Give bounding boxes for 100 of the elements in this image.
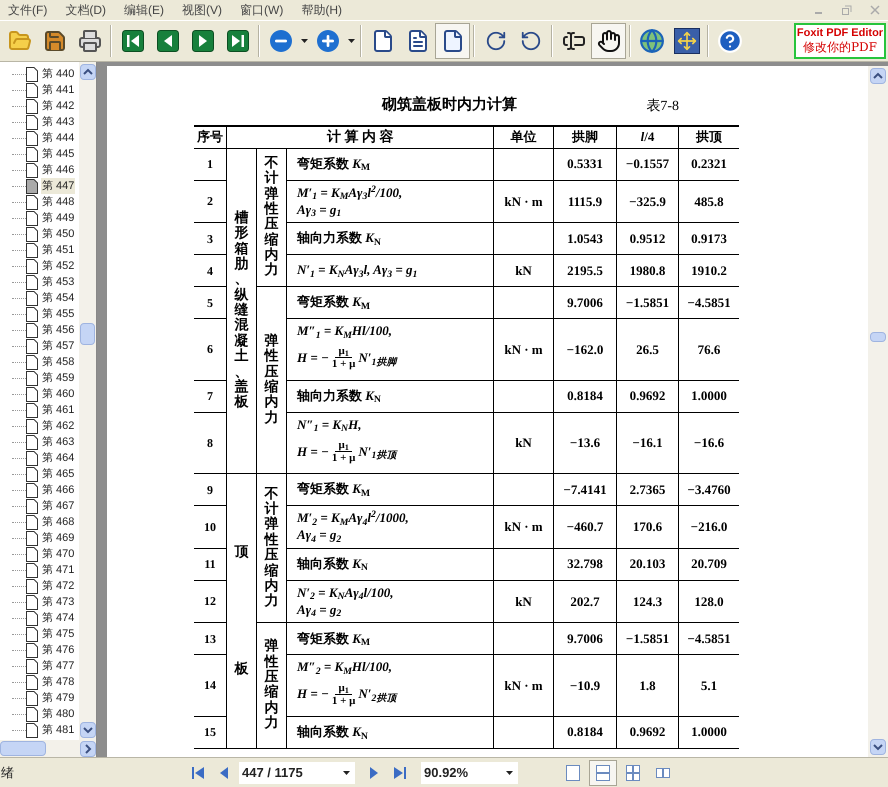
- page-number-value: 447 / 1175: [242, 764, 304, 782]
- page-item[interactable]: 第 467: [41, 498, 76, 514]
- single-page-icon: [566, 764, 580, 780]
- page-item[interactable]: 第 468: [41, 514, 76, 530]
- value-text: 1.8: [639, 676, 656, 695]
- row-number: 7: [207, 388, 213, 406]
- view-mode-button[interactable]: [589, 760, 617, 786]
- page-item[interactable]: 第 452: [41, 258, 76, 274]
- scrollbar-thumb[interactable]: [0, 741, 46, 756]
- minus-icon: [270, 30, 292, 52]
- page-item[interactable]: 第 461: [41, 402, 76, 418]
- page-item[interactable]: 第 457: [41, 338, 76, 354]
- value-text: 1910.2: [691, 262, 727, 280]
- page-item[interactable]: 第 476: [41, 642, 76, 658]
- formula-text: H = −: [297, 349, 329, 368]
- value-text: −325.9: [629, 192, 666, 211]
- page-item[interactable]: 第 442: [41, 98, 76, 114]
- page-item[interactable]: 第 469: [41, 530, 76, 546]
- scroll-right-button[interactable]: [80, 740, 96, 756]
- menu-item[interactable]: 窗口(W): [240, 1, 284, 19]
- last-page-icon: [226, 30, 248, 52]
- scroll-down-button[interactable]: [80, 722, 96, 738]
- formula-text: N″$_{1}$ = K$_{N}$H,: [297, 418, 362, 432]
- page-number-field[interactable]: 447 / 1175: [239, 762, 355, 784]
- content-text: 弯矩系数 K$_{M}$: [297, 295, 372, 310]
- horizontal-scrollbar[interactable]: [0, 740, 96, 757]
- content-text: 轴向系数 K$_{N}$: [297, 725, 369, 740]
- value-text: −0.1557: [626, 155, 670, 174]
- page-item[interactable]: 第 448: [41, 194, 76, 210]
- page-item[interactable]: 第 441: [41, 82, 76, 98]
- page-item[interactable]: 第 470: [41, 546, 76, 562]
- scroll-up-button[interactable]: [870, 68, 886, 84]
- vertical-scrollbar[interactable]: [79, 62, 96, 740]
- formula-text: Aγ$_{4}$ = g$_{2}$: [297, 528, 342, 543]
- fraction-numerator: μ$_{1}$: [335, 438, 352, 452]
- page-item[interactable]: 第 455: [41, 306, 76, 322]
- page-item[interactable]: 第 447: [41, 178, 76, 194]
- page-item[interactable]: 第 456: [41, 322, 76, 338]
- hand-tool-button[interactable]: [591, 23, 626, 59]
- value-text: 1.0543: [567, 230, 603, 248]
- page-item[interactable]: 第 464: [41, 450, 76, 466]
- page-item[interactable]: 第 479: [41, 690, 76, 706]
- page-item[interactable]: 第 460: [41, 386, 76, 402]
- value-text: 1980.8: [630, 262, 666, 280]
- value-text: 76.6: [698, 340, 720, 359]
- menu-item[interactable]: 文档(D): [65, 1, 106, 19]
- value-text: −16.6: [694, 434, 724, 452]
- zoom-field[interactable]: 90.92%: [421, 762, 518, 784]
- content-text: 弯矩系数 K$_{M}$: [297, 482, 372, 497]
- scrollbar-thumb[interactable]: [870, 332, 886, 342]
- menu-item[interactable]: 视图(V): [182, 1, 222, 19]
- scrollbar-thumb[interactable]: [80, 323, 95, 345]
- page-item[interactable]: 第 459: [41, 370, 76, 386]
- page-item[interactable]: 第 450: [41, 226, 76, 242]
- page-item[interactable]: 第 466: [41, 482, 76, 498]
- page-item[interactable]: 第 446: [41, 162, 76, 178]
- plus-icon: [316, 30, 338, 52]
- vertical-scrollbar[interactable]: [868, 66, 888, 757]
- column-header: 拱顶: [696, 128, 722, 146]
- scroll-down-button[interactable]: [870, 739, 886, 755]
- subgroup-label: 不计弹性压缩内力: [264, 156, 278, 279]
- page-item[interactable]: 第 477: [41, 658, 76, 674]
- page-item[interactable]: 第 473: [41, 594, 76, 610]
- page-item[interactable]: 第 474: [41, 610, 76, 626]
- page-item[interactable]: 第 481: [41, 722, 76, 738]
- menu-item[interactable]: 帮助(H): [301, 1, 342, 19]
- page-item[interactable]: 第 453: [41, 274, 76, 290]
- menu-item[interactable]: 编辑(E): [124, 1, 164, 19]
- promo-banner[interactable]: Foxit PDF Editor 修改你的PDF: [794, 23, 886, 59]
- page-item[interactable]: 第 463: [41, 434, 76, 450]
- fit-width-button[interactable]: [435, 23, 470, 59]
- content-text: 轴向系数 K$_{N}$: [297, 557, 369, 572]
- row-number: 1: [207, 156, 213, 173]
- formula-text: M″$_{2}$ = K$_{M}$Hl/100,: [297, 660, 393, 675]
- value-text: −3.4760: [687, 480, 731, 499]
- value-text: −10.9: [570, 676, 600, 695]
- page-item[interactable]: 第 475: [41, 626, 76, 642]
- page-item[interactable]: 第 454: [41, 290, 76, 306]
- page-item[interactable]: 第 440: [41, 66, 76, 82]
- menu-item[interactable]: 文件(F): [8, 1, 48, 19]
- page-item[interactable]: 第 458: [41, 354, 76, 370]
- page-item[interactable]: 第 445: [41, 146, 76, 162]
- scroll-up-button[interactable]: [80, 64, 96, 80]
- page-item[interactable]: 第 449: [41, 210, 76, 226]
- page-item[interactable]: 第 462: [41, 418, 76, 434]
- page-item[interactable]: 第 444: [41, 130, 76, 146]
- value-text: 0.2321: [691, 155, 727, 174]
- value-text: −1.5851: [626, 630, 670, 648]
- page-item[interactable]: 第 443: [41, 114, 76, 130]
- page-item[interactable]: 第 465: [41, 466, 76, 482]
- page-item[interactable]: 第 472: [41, 578, 76, 594]
- row-number: 5: [207, 294, 213, 312]
- page-item[interactable]: 第 451: [41, 242, 76, 258]
- page-item[interactable]: 第 480: [41, 706, 76, 722]
- row-number: 11: [204, 556, 216, 574]
- column-header: 计 算 内 容: [326, 128, 394, 146]
- page-item[interactable]: 第 478: [41, 674, 76, 690]
- zoom-value: 90.92%: [424, 764, 470, 782]
- row-number: 14: [204, 677, 216, 694]
- page-item[interactable]: 第 471: [41, 562, 76, 578]
